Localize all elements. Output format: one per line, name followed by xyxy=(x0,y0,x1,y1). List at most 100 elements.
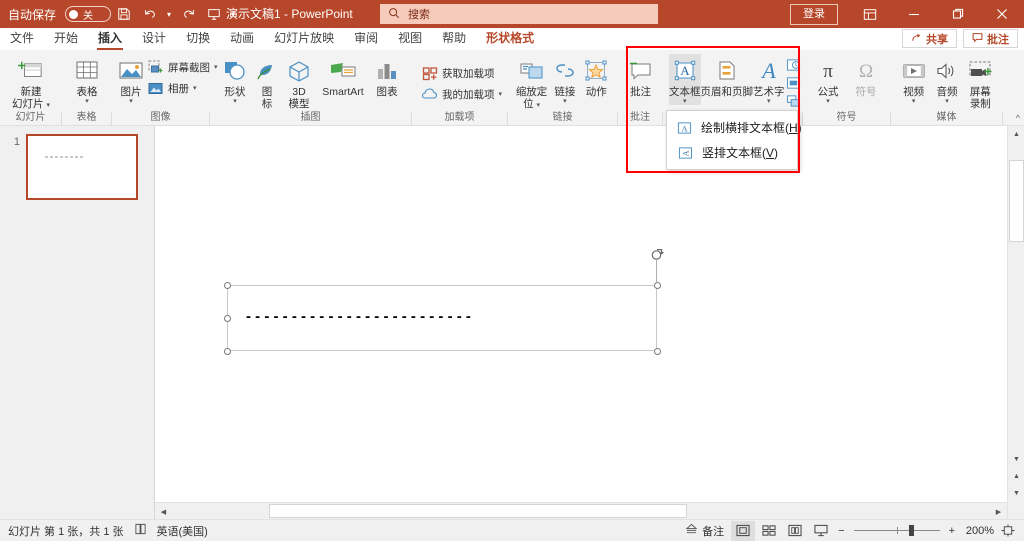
wordart-chevron-down-icon[interactable]: ▾ xyxy=(767,98,771,105)
undo-chevron-down-icon[interactable]: ▾ xyxy=(163,2,175,26)
autosave-toggle[interactable]: 关 xyxy=(65,6,112,22)
pictures-button[interactable]: 图片 ▾ xyxy=(118,54,144,105)
link-chevron-down-icon[interactable]: ▾ xyxy=(563,98,567,105)
audio-chevron-down-icon[interactable]: ▾ xyxy=(945,98,949,105)
video-chevron-down-icon[interactable]: ▾ xyxy=(912,98,916,105)
text-box-button[interactable]: A 文本框 ▾ xyxy=(669,54,701,105)
screen-recording-button[interactable]: 屏幕 录制 xyxy=(964,54,997,110)
zoom-navigation-button[interactable]: 缩放定 位 ▾ xyxy=(514,54,549,110)
shapes-chevron-down-icon[interactable]: ▾ xyxy=(233,98,237,105)
search-box[interactable]: 搜索 xyxy=(380,4,658,24)
zoom-level-label[interactable]: 200% xyxy=(960,525,994,537)
3d-models-button[interactable]: 3D 模型 xyxy=(282,54,316,110)
equation-chevron-down-icon[interactable]: ▾ xyxy=(826,98,830,105)
tab-transitions[interactable]: 切换 xyxy=(176,28,220,50)
thumbnail-slide-preview[interactable] xyxy=(26,134,138,200)
my-addins-button[interactable]: 我的加载项 ▾ xyxy=(418,84,505,105)
scroll-up-arrow-icon[interactable]: ▲ xyxy=(1008,126,1024,143)
comments-button[interactable]: 批注 xyxy=(963,29,1018,48)
tab-review[interactable]: 审阅 xyxy=(344,28,388,50)
resize-handle-top-left[interactable] xyxy=(224,282,231,289)
resize-handle-middle-left[interactable] xyxy=(224,315,231,322)
thumbnail-item-1[interactable]: 1 xyxy=(0,134,154,200)
fit-to-window-icon[interactable] xyxy=(996,521,1020,541)
tab-design[interactable]: 设计 xyxy=(132,28,176,50)
tab-insert[interactable]: 插入 xyxy=(88,28,132,50)
tab-animations[interactable]: 动画 xyxy=(220,28,264,50)
ribbon-display-options-icon[interactable] xyxy=(848,0,892,28)
new-slide-button[interactable]: 新建 幻灯片 ▾ xyxy=(8,54,54,110)
horizontal-scroll-thumb[interactable] xyxy=(269,504,687,518)
shapes-button[interactable]: 形状 ▾ xyxy=(218,54,252,105)
object-icon[interactable] xyxy=(785,92,803,109)
reading-view-icon[interactable] xyxy=(783,521,807,541)
pictures-chevron-down-icon[interactable]: ▾ xyxy=(129,98,133,105)
zoom-slider-track[interactable] xyxy=(853,525,940,536)
slide-show-icon[interactable] xyxy=(809,521,833,541)
symbol-button[interactable]: Ω 符号 xyxy=(847,54,885,98)
collapse-ribbon-icon[interactable]: ^ xyxy=(1016,113,1020,123)
my-addins-chevron-down-icon[interactable]: ▾ xyxy=(499,91,503,98)
start-presentation-icon[interactable] xyxy=(201,2,227,26)
smartart-button[interactable]: SmartArt xyxy=(316,54,370,98)
slide-number-icon[interactable] xyxy=(785,74,803,91)
notes-button[interactable]: 备注 xyxy=(680,521,729,541)
new-comment-button[interactable]: 批注 xyxy=(624,54,657,98)
resize-handle-top-right[interactable] xyxy=(654,282,661,289)
sign-in-button[interactable]: 登录 xyxy=(790,3,838,25)
vertical-scroll-thumb[interactable] xyxy=(1009,160,1024,242)
slide-sorter-icon[interactable] xyxy=(757,521,781,541)
tab-help[interactable]: 帮助 xyxy=(432,28,476,50)
tab-shape-format[interactable]: 形状格式 xyxy=(476,28,544,50)
zoom-in-button[interactable]: + xyxy=(946,521,958,541)
redo-icon[interactable] xyxy=(175,2,201,26)
table-chevron-down-icon[interactable]: ▾ xyxy=(85,98,89,105)
photo-album-chevron-down-icon[interactable]: ▾ xyxy=(193,85,197,92)
slide-count-label[interactable]: 幻灯片 第 1 张，共 1 张 xyxy=(8,523,124,539)
date-time-icon[interactable] xyxy=(785,56,803,73)
menu-item-horizontal-text-box[interactable]: A 绘制横排文本框(H) xyxy=(667,115,802,140)
icons-button[interactable]: 图 标 xyxy=(252,54,282,110)
next-slide-icon[interactable]: ▼ xyxy=(1008,485,1024,502)
language-label[interactable]: 英语(美国) xyxy=(157,523,208,539)
header-footer-button[interactable]: 页眉和页脚 xyxy=(701,54,753,98)
text-box-content[interactable]: - - - - - - - - - - - - - - - - - - - - … xyxy=(246,308,471,325)
table-button[interactable]: 表格 ▾ xyxy=(68,54,106,105)
tab-home[interactable]: 开始 xyxy=(44,28,88,50)
video-button[interactable]: 视频 ▾ xyxy=(897,54,930,105)
get-addins-button[interactable]: 获取加载项 xyxy=(418,63,505,84)
link-button[interactable]: 链接 ▾ xyxy=(549,54,580,105)
zoom-slider[interactable] xyxy=(853,525,940,536)
canvas-horizontal-scrollbar[interactable]: ◀ ▶ xyxy=(155,502,1007,520)
previous-slide-icon[interactable]: ▲ xyxy=(1008,468,1024,485)
wordart-button[interactable]: A 艺术字 ▾ xyxy=(753,54,785,105)
selected-text-box[interactable]: - - - - - - - - - - - - - - - - - - - - … xyxy=(227,285,657,351)
equation-button[interactable]: π 公式 ▾ xyxy=(809,54,847,105)
tab-file[interactable]: 文件 xyxy=(0,28,44,50)
minimize-icon[interactable] xyxy=(892,0,936,28)
accessibility-icon[interactable] xyxy=(134,523,147,538)
text-box-chevron-down-icon[interactable]: ▾ xyxy=(683,98,687,105)
action-button[interactable]: 动作 xyxy=(581,54,612,98)
share-button[interactable]: 共享 xyxy=(902,29,957,48)
audio-button[interactable]: 音频 ▾ xyxy=(930,54,963,105)
resize-handle-bottom-right[interactable] xyxy=(654,348,661,355)
canvas-vertical-scrollbar[interactable]: ▲ ▼ ▲ ▼ xyxy=(1007,126,1024,519)
chart-button[interactable]: 图表 xyxy=(370,54,404,98)
tab-view[interactable]: 视图 xyxy=(388,28,432,50)
zoom-out-button[interactable]: − xyxy=(835,521,847,541)
scroll-left-arrow-icon[interactable]: ◀ xyxy=(155,503,172,520)
zoom-slider-knob[interactable] xyxy=(908,525,914,536)
slide-surface[interactable]: - - - - - - - - - - - - - - - - - - - - … xyxy=(155,126,1024,519)
normal-view-icon[interactable] xyxy=(731,520,756,541)
rotate-handle-icon[interactable] xyxy=(650,248,664,262)
scroll-right-arrow-icon[interactable]: ▶ xyxy=(990,503,1007,520)
restore-icon[interactable] xyxy=(936,0,980,28)
menu-item-vertical-text-box[interactable]: A 竖排文本框(V) xyxy=(667,140,797,165)
save-icon[interactable] xyxy=(111,2,137,26)
close-icon[interactable] xyxy=(980,0,1024,28)
scroll-down-arrow-icon[interactable]: ▼ xyxy=(1008,451,1024,468)
resize-handle-bottom-left[interactable] xyxy=(224,348,231,355)
tab-slide-show[interactable]: 幻灯片放映 xyxy=(264,28,344,50)
undo-icon[interactable] xyxy=(137,2,163,26)
